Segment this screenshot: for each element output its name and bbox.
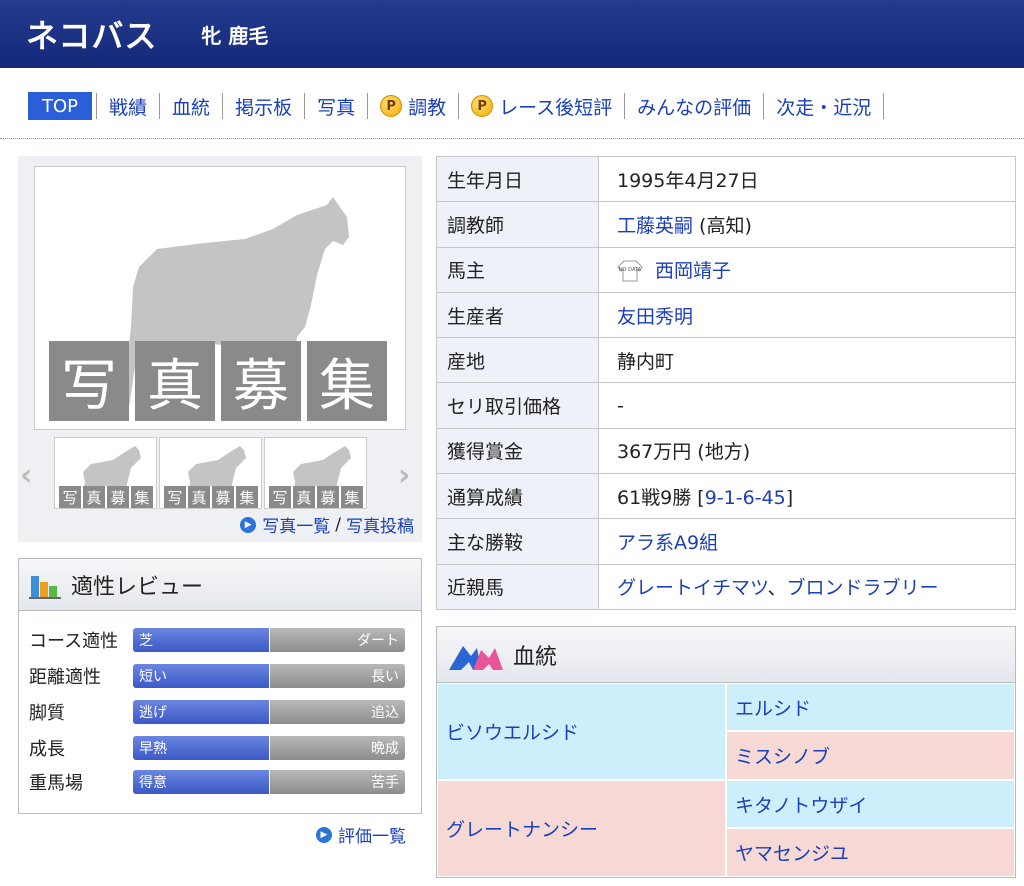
chevron-right-icon[interactable]: › (398, 458, 410, 493)
thumbnail[interactable]: 写 真 募 集 (264, 437, 367, 509)
review-row: 重馬場 得意 苦手 (29, 769, 405, 795)
aptitude-bar: 早熟 晩成 (133, 736, 405, 760)
tab-pedigree[interactable]: 血統 (160, 93, 222, 120)
table-row: セリ取引価格 - (436, 382, 1016, 429)
horse-name: ネコバス (26, 17, 158, 55)
photo-post-link[interactable]: 写真投稿 (346, 512, 414, 537)
record-link[interactable]: 9-1-6-45 (705, 487, 786, 509)
table-row: 生年月日 1995年4月27日 (436, 155, 1016, 203)
aptitude-bar: 芝 ダート (133, 628, 405, 652)
relative-link[interactable]: グレートイチマツ (617, 577, 767, 599)
photo-wanted-banner: 写 真 募 集 (49, 341, 387, 421)
sex-color: 牝 鹿毛 (201, 23, 269, 48)
photo-list-link[interactable]: 写真一覧 (262, 512, 330, 537)
trainer-link[interactable]: 工藤英嗣 (617, 215, 693, 237)
aptitude-bar: 短い 長い (133, 664, 405, 688)
table-row: 調教師 工藤英嗣 (高知) (436, 201, 1016, 248)
premium-icon: P (380, 95, 403, 117)
table-row: 通算成績 61戦9勝 [9-1-6-45] (436, 473, 1016, 520)
tab-next-race[interactable]: 次走・近況 (764, 93, 883, 120)
review-row: コース適性 芝 ダート (29, 627, 405, 653)
arrow-circle-icon: ▶ (240, 516, 257, 533)
tab-training[interactable]: P 調教 (368, 93, 458, 120)
tab-results[interactable]: 戦績 (97, 93, 159, 120)
review-row: 成長 早熟 晩成 (29, 735, 405, 761)
table-row: 生産者 友田秀明 (436, 291, 1016, 339)
main-photo[interactable]: 写 真 募 集 (34, 166, 406, 430)
table-row: 産地 静内町 (436, 337, 1016, 384)
breeder-link[interactable]: 友田秀明 (617, 306, 693, 328)
aptitude-bar: 逃げ 追込 (133, 700, 405, 724)
review-list-link[interactable]: 評価一覧 (338, 822, 406, 847)
review-row: 脚質 逃げ 追込 (29, 699, 405, 725)
pedigree-grid: ビソウエルシド グレートナンシー エルシド ミスシノブ キタノトウザイ ヤマセン… (437, 683, 1015, 877)
owner-silk-icon: NO DATA (617, 259, 643, 283)
page-header: ネコバス 牝 鹿毛 (0, 0, 1024, 68)
bar-chart-icon (29, 575, 61, 599)
thumbnail[interactable]: 写 真 募 集 (54, 437, 157, 509)
divider (0, 138, 1024, 139)
premium-icon: P (471, 95, 494, 117)
thumbnail-strip: 写 真 募 集 写 真 募 集 写 真 募 集 (54, 437, 367, 509)
tab-race-comment-label: レース後短評 (499, 96, 613, 119)
main-win-link[interactable]: アラ系A9組 (617, 532, 718, 554)
photo-links: ▶ 写真一覧 / 写真投稿 (240, 512, 414, 537)
pedigree-sire-sire[interactable]: エルシド (726, 683, 1015, 731)
relative-link[interactable]: ブロンドラブリー (787, 577, 939, 599)
pedigree-sire-dam[interactable]: ミスシノブ (726, 731, 1015, 780)
table-row: 近親馬 グレートイチマツ、ブロンドラブリー (436, 563, 1016, 610)
tab-nav: TOP 戦績 血統 掲示板 写真 P 調教 P レース後短評 みんなの評価 次走… (28, 88, 885, 124)
photo-panel: 写 真 募 集 ‹ 写 真 募 集 写 真 募 集 写 真 募 集 › ▶ 写真… (18, 156, 422, 542)
table-row: 獲得賞金 367万円 (地方) (436, 427, 1016, 475)
pedigree-header: 血統 (437, 627, 1015, 683)
tab-top[interactable]: TOP (28, 92, 93, 120)
tab-photo[interactable]: 写真 (305, 93, 367, 120)
tab-ratings[interactable]: みんなの評価 (625, 93, 763, 120)
review-title: 適性レビュー (71, 574, 204, 600)
tab-bbs[interactable]: 掲示板 (223, 93, 304, 120)
thumbnail[interactable]: 写 真 募 集 (159, 437, 262, 509)
aptitude-bar: 得意 苦手 (133, 770, 405, 794)
pedigree-panel: 血統 ビソウエルシド グレートナンシー エルシド ミスシノブ キタノトウザイ ヤ… (436, 626, 1016, 878)
review-list-link-wrap: ▶ 評価一覧 (316, 822, 406, 847)
pedigree-dam[interactable]: グレートナンシー (437, 780, 726, 877)
pedigree-dam-sire[interactable]: キタノトウザイ (726, 780, 1015, 828)
aptitude-review-panel: 適性レビュー コース適性 芝 ダート 距離適性 短い 長い 脚質 逃げ 追込 成… (18, 558, 422, 814)
profile-table: 生年月日 1995年4月27日 調教師 工藤英嗣 (高知) 馬主 NO DATA… (436, 155, 1016, 610)
pedigree-sire[interactable]: ビソウエルシド (437, 683, 726, 780)
pedigree-dam-dam[interactable]: ヤマセンジユ (726, 828, 1015, 877)
chevron-left-icon[interactable]: ‹ (20, 458, 32, 493)
pedigree-title: 血統 (513, 644, 558, 670)
table-row: 馬主 NO DATA 西岡靖子 (436, 246, 1016, 293)
tab-race-comment[interactable]: P レース後短評 (459, 93, 624, 120)
owner-link[interactable]: 西岡靖子 (655, 260, 731, 282)
tab-training-label: 調教 (408, 96, 447, 119)
review-row: 距離適性 短い 長い (29, 663, 405, 689)
arrow-circle-icon: ▶ (316, 826, 332, 843)
table-row: 主な勝鞍 アラ系A9組 (436, 518, 1016, 565)
review-header: 適性レビュー (19, 559, 421, 611)
pedigree-logo-icon (449, 645, 503, 670)
